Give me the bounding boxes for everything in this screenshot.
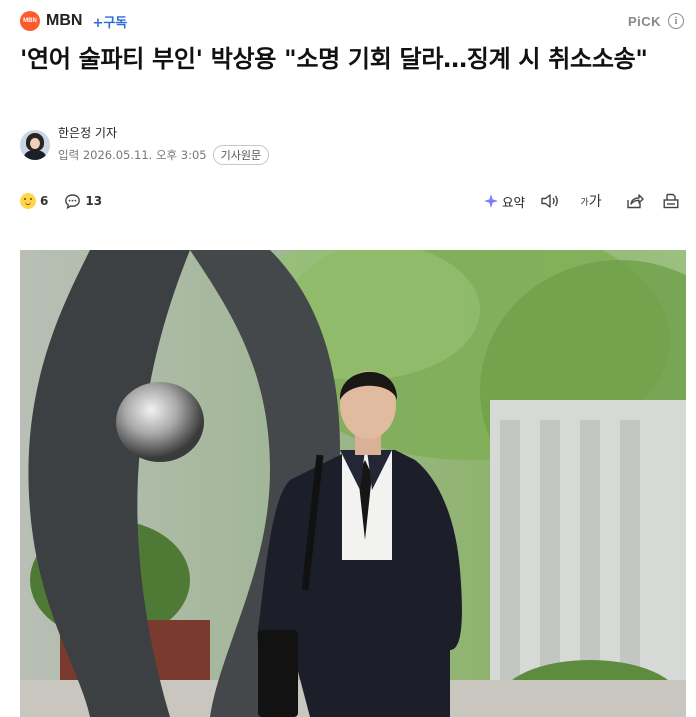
- summary-button[interactable]: 요약: [476, 190, 532, 212]
- article-title: '연어 술파티 부인' 박상용 "소명 기회 달라…징계 시 취소소송": [20, 45, 648, 73]
- action-bar: 6 13 요약 가가: [20, 190, 686, 212]
- fontsize-small-label: 가: [580, 197, 589, 208]
- press-logo[interactable]: MBN: [20, 11, 40, 31]
- comment-count: 13: [85, 194, 103, 208]
- info-icon[interactable]: i: [668, 13, 684, 29]
- article-photo[interactable]: [20, 250, 686, 717]
- reporter-name[interactable]: 한은정 기자: [58, 124, 269, 141]
- print-icon: [663, 193, 679, 209]
- pick-badge: PiCK: [627, 13, 661, 29]
- article-photo-image: [20, 250, 686, 717]
- share-icon: [627, 194, 644, 209]
- summary-icon: [483, 194, 498, 208]
- comment-button[interactable]: 13: [64, 193, 102, 210]
- reporter-avatar[interactable]: [20, 129, 50, 160]
- subscribe-button[interactable]: +구독: [92, 12, 127, 31]
- publish-date: 입력 2026.05.11. 오후 3:05: [58, 148, 207, 162]
- comment-icon: [65, 193, 81, 209]
- summary-label: 요약: [501, 194, 525, 210]
- original-article-button[interactable]: 기사원문: [212, 145, 270, 165]
- print-button[interactable]: [656, 190, 686, 212]
- reaction-icon: [20, 193, 36, 209]
- press-name[interactable]: MBN: [46, 12, 82, 30]
- byline: 한은정 기자 입력 2026.05.11. 오후 3:05 기사원문: [20, 124, 270, 165]
- reaction-count: 6: [40, 194, 49, 208]
- listen-button[interactable]: [532, 190, 568, 212]
- share-button[interactable]: [614, 190, 656, 212]
- reaction-button[interactable]: 6: [20, 193, 48, 209]
- fontsize-large-label: 가: [588, 194, 602, 210]
- speaker-icon: [541, 194, 558, 208]
- fontsize-button[interactable]: 가가: [568, 190, 614, 212]
- top-bar: MBN MBN +구독 PiCK i: [20, 8, 684, 34]
